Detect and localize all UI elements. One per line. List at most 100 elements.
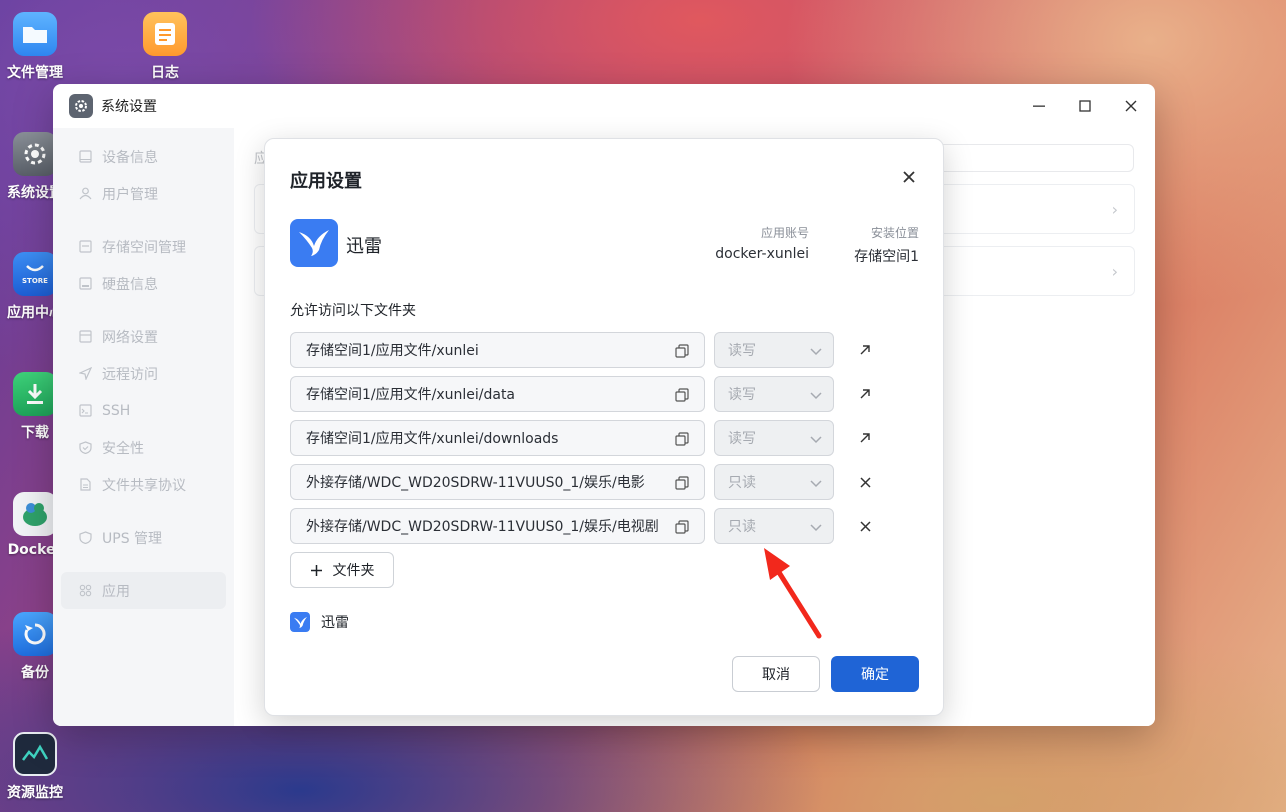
app-settings-dialog: 应用设置 迅雷 应用账号 docker-xunlei 安装位置 存储空间1 允许…	[264, 138, 944, 716]
gear-icon	[69, 94, 93, 118]
folders-section-label: 允许访问以下文件夹	[290, 303, 416, 319]
search-input[interactable]	[934, 144, 1134, 172]
confirm-button[interactable]: 确定	[831, 656, 919, 692]
sidebar-item-ssh[interactable]: SSH	[61, 392, 226, 429]
remove-folder-button[interactable]	[856, 517, 874, 535]
apps-icon	[77, 583, 93, 599]
shield-icon	[77, 440, 93, 456]
chevron-down-icon	[810, 480, 822, 488]
sidebar-item-label: 存储空间管理	[102, 239, 186, 256]
sidebar-item-apps[interactable]: 应用	[61, 572, 226, 609]
permission-select[interactable]: 只读	[714, 464, 834, 500]
remove-folder-button[interactable]	[856, 473, 874, 491]
sidebar-item-label: UPS 管理	[102, 530, 163, 547]
sidebar-item-disk[interactable]: 硬盘信息	[61, 265, 226, 302]
open-icon	[860, 345, 870, 355]
folder-path-text: 外接存储/WDC_WD20SDRW-11VUUS0_1/娱乐/电视剧	[306, 519, 659, 535]
folder-row: 存储空间1/应用文件/xunlei/data 读写	[290, 376, 875, 412]
maximize-button[interactable]	[1075, 96, 1095, 116]
copy-icon[interactable]	[674, 519, 690, 535]
folder-path-field[interactable]: 外接存储/WDC_WD20SDRW-11VUUS0_1/娱乐/电视剧	[290, 508, 705, 544]
remote-icon	[77, 366, 93, 382]
sidebar-item-label: 远程访问	[102, 366, 158, 383]
file-icon	[77, 477, 93, 493]
sidebar-item-remote[interactable]: 远程访问	[61, 355, 226, 392]
sidebar-item-storage[interactable]: 存储空间管理	[61, 228, 226, 265]
download-icon	[13, 372, 57, 416]
app-account: 应用账号 docker-xunlei	[715, 224, 809, 262]
account-label: 应用账号	[760, 226, 809, 240]
app-entry-label: 迅雷	[321, 615, 349, 631]
minimize-icon	[1033, 105, 1045, 107]
window-title: 系统设置	[101, 99, 157, 115]
permission-value: 只读	[728, 519, 756, 535]
sidebar-item-label: 文件共享协议	[102, 477, 186, 494]
ups-icon	[77, 530, 93, 546]
folder-icon	[13, 12, 57, 56]
location-label: 安装位置	[870, 226, 919, 240]
docker-icon	[13, 492, 57, 536]
desktop-icon-monitor[interactable]: 资源监控	[0, 732, 70, 802]
terminal-icon	[77, 403, 93, 419]
copy-icon[interactable]	[674, 343, 690, 359]
gear-icon	[13, 132, 57, 176]
open-folder-button[interactable]	[856, 429, 874, 447]
permission-value: 读写	[728, 431, 756, 447]
sidebar-item-label: 用户管理	[102, 186, 158, 203]
desktop-icon-notes[interactable]: 日志	[130, 12, 200, 88]
permission-select[interactable]: 只读	[714, 508, 834, 544]
cancel-button[interactable]: 取消	[732, 656, 820, 692]
desktop-icon-label: 文件管理	[7, 65, 63, 81]
copy-icon[interactable]	[674, 387, 690, 403]
dialog-close-button[interactable]	[899, 167, 919, 187]
folder-path-field[interactable]: 存储空间1/应用文件/xunlei/downloads	[290, 420, 705, 456]
folder-path-field[interactable]: 存储空间1/应用文件/xunlei	[290, 332, 705, 368]
permission-select[interactable]: 读写	[714, 332, 834, 368]
account-value: docker-xunlei	[715, 246, 809, 262]
permission-select[interactable]: 读写	[714, 420, 834, 456]
sidebar-item-file-sharing[interactable]: 文件共享协议	[61, 466, 226, 503]
sidebar-item-label: 设备信息	[102, 149, 158, 166]
add-folder-button[interactable]: 文件夹	[290, 552, 394, 588]
folder-row: 外接存储/WDC_WD20SDRW-11VUUS0_1/娱乐/电影 只读	[290, 464, 875, 500]
window-titlebar[interactable]: 系统设置	[53, 84, 1155, 128]
folder-path-text: 存储空间1/应用文件/xunlei	[306, 343, 479, 359]
copy-icon[interactable]	[674, 475, 690, 491]
dialog-title: 应用设置	[290, 171, 362, 192]
desktop-icon-file-manager[interactable]: 文件管理	[0, 12, 70, 82]
sidebar-item-security[interactable]: 安全性	[61, 429, 226, 466]
minimize-button[interactable]	[1029, 96, 1049, 116]
folder-path-text: 存储空间1/应用文件/xunlei/downloads	[306, 431, 559, 447]
folder-row: 存储空间1/应用文件/xunlei/downloads 读写	[290, 420, 875, 456]
desktop-icon-label: 资源监控	[7, 785, 63, 801]
storage-icon	[77, 239, 93, 255]
folder-row: 存储空间1/应用文件/xunlei 读写	[290, 332, 875, 368]
copy-icon[interactable]	[674, 431, 690, 447]
open-folder-button[interactable]	[856, 341, 874, 359]
close-icon	[903, 171, 915, 183]
notes-icon	[143, 12, 187, 56]
location-value: 存储空间1	[854, 249, 919, 265]
sidebar-item-network[interactable]: 网络设置	[61, 318, 226, 355]
xunlei-logo-icon	[290, 219, 338, 267]
sidebar-item-ups[interactable]: UPS 管理	[61, 519, 226, 556]
app-entry: 迅雷	[290, 612, 349, 632]
sidebar-item-users[interactable]: 用户管理	[61, 175, 226, 212]
permission-select[interactable]: 读写	[714, 376, 834, 412]
close-window-button[interactable]	[1121, 96, 1141, 116]
close-icon	[1125, 100, 1137, 112]
folder-path-field[interactable]: 存储空间1/应用文件/xunlei/data	[290, 376, 705, 412]
backup-icon	[13, 612, 57, 656]
maximize-icon	[1079, 100, 1091, 112]
sidebar-item-label: 安全性	[102, 440, 144, 457]
sidebar-item-device-info[interactable]: 设备信息	[61, 138, 226, 175]
add-folder-label: 文件夹	[332, 563, 375, 579]
plus-icon	[310, 564, 322, 576]
remove-icon	[859, 520, 871, 532]
user-icon	[77, 186, 93, 202]
open-folder-button[interactable]	[856, 385, 874, 403]
open-icon	[860, 433, 870, 443]
chevron-right-icon: ›	[1111, 262, 1118, 281]
permission-value: 只读	[728, 475, 756, 491]
folder-path-field[interactable]: 外接存储/WDC_WD20SDRW-11VUUS0_1/娱乐/电影	[290, 464, 705, 500]
